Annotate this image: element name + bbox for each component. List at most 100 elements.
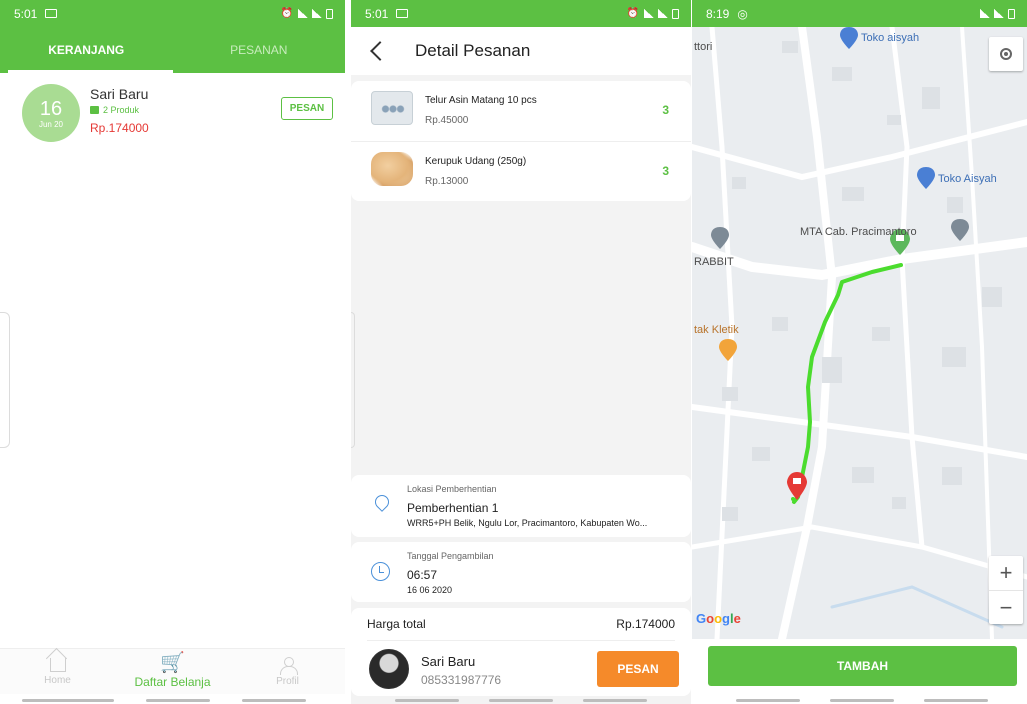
location-pin-icon	[372, 492, 392, 512]
home-indicator	[583, 699, 647, 702]
map-label: ttori	[694, 41, 713, 53]
sync-icon: ◎	[737, 6, 748, 21]
home-indicator	[830, 699, 894, 702]
signal-icon	[980, 9, 990, 18]
divider	[367, 640, 675, 641]
tab-keranjang[interactable]: KERANJANG	[0, 27, 173, 73]
map-label-place: tak Kletik	[694, 324, 739, 336]
alarm-icon: ⏰	[280, 8, 294, 19]
signal-icon-2	[312, 9, 322, 18]
home-indicator	[924, 699, 988, 702]
home-indicator	[489, 699, 553, 702]
battery-icon	[326, 8, 333, 19]
cart-list-item[interactable]: 16 Jun 20 Sari Baru 2 Produk Rp.174000 P…	[22, 84, 342, 144]
home-indicator	[736, 699, 800, 702]
item-name: Telur Asin Matang 10 pcs	[425, 95, 537, 106]
signal-icon-2	[658, 9, 668, 18]
tab-pesanan[interactable]: PESANAN	[173, 27, 346, 73]
order-item[interactable]: Telur Asin Matang 10 pcs Rp.45000 3	[351, 81, 691, 141]
item-quantity: 3	[662, 164, 669, 178]
battery-icon	[672, 8, 679, 19]
order-summary-card: Harga total Rp.174000 Sari Baru 08533198…	[351, 608, 691, 696]
shrimp-cracker-image	[371, 152, 413, 186]
stop-location-card[interactable]: Lokasi Pemberhentian Pemberhentian 1 WRR…	[351, 475, 691, 537]
bottom-action-bar: TAMBAH	[692, 639, 1027, 696]
signal-icon-2	[994, 9, 1004, 18]
store-name: Sari Baru	[90, 86, 149, 102]
my-location-button[interactable]	[989, 37, 1023, 71]
add-button[interactable]: TAMBAH	[708, 646, 1017, 686]
nav-shopping-list[interactable]: 🛒 Daftar Belanja	[115, 649, 230, 694]
nav-home-label: Home	[44, 674, 71, 686]
gallery-icon	[396, 9, 409, 18]
map-canvas	[692, 27, 1027, 639]
home-indicator	[146, 699, 210, 702]
order-item[interactable]: Kerupuk Udang (250g) Rp.13000 3	[351, 141, 691, 201]
cart-price: Rp.174000	[90, 121, 149, 135]
status-bar: 5:01 ⏰	[0, 0, 345, 27]
bag-icon	[90, 106, 99, 114]
pickup-time: 06:57	[407, 568, 438, 582]
location-address: WRR5+PH Belik, Ngulu Lor, Pracimantoro, …	[407, 518, 648, 528]
item-price: Rp.13000	[425, 176, 469, 187]
status-time: 8:19	[706, 6, 730, 21]
battery-icon	[1008, 8, 1015, 19]
map-label-store[interactable]: Toko aisyah	[861, 32, 919, 44]
home-icon	[49, 657, 66, 672]
route-map[interactable]: ttori Toko aisyah Toko Aisyah MTA Cab. P…	[692, 27, 1027, 639]
signal-icon	[644, 9, 654, 18]
bottom-nav: Home 🛒 Daftar Belanja Profil	[0, 648, 345, 694]
product-count: 2 Produk	[90, 105, 139, 115]
product-count-label: 2 Produk	[103, 105, 140, 115]
avatar	[369, 649, 409, 689]
status-time: 5:01	[14, 6, 38, 21]
nav-profile[interactable]: Profil	[230, 649, 345, 694]
place-order-button[interactable]: PESAN	[597, 651, 679, 687]
app-header: Detail Pesanan	[351, 27, 691, 75]
order-button[interactable]: PESAN	[281, 97, 333, 120]
home-indicator	[395, 699, 459, 702]
shopping-cart-icon: 🛒	[160, 652, 185, 674]
status-bar: 5:01 ⏰	[351, 0, 691, 27]
nav-home[interactable]: Home	[0, 649, 115, 694]
home-indicator	[22, 699, 114, 702]
total-value: Rp.174000	[616, 617, 675, 631]
date-month: Jun 20	[38, 119, 64, 129]
page-edge-peek	[0, 312, 10, 448]
zoom-in-button[interactable]: +	[989, 556, 1023, 590]
signal-icon	[298, 9, 308, 18]
nav-shopping-list-label: Daftar Belanja	[134, 675, 211, 689]
status-time: 5:01	[365, 6, 389, 21]
map-label-place[interactable]: MTA Cab. Pracimantoro	[800, 226, 917, 238]
pickup-date: 16 06 2020	[407, 585, 453, 595]
order-detail-screen: 5:01 ⏰ Detail Pesanan Telur Asin Matang …	[351, 0, 691, 704]
alarm-icon: ⏰	[626, 8, 640, 19]
status-icons: ⏰	[281, 8, 333, 19]
status-icons	[980, 8, 1015, 19]
location-name: Pemberhentian 1	[407, 501, 499, 515]
cart-screen: 5:01 ⏰ KERANJANG PESANAN 16 Jun 20 Sari …	[0, 0, 345, 704]
home-indicator	[242, 699, 306, 702]
item-price: Rp.45000	[425, 115, 469, 126]
total-label: Harga total	[367, 617, 426, 631]
gallery-icon	[45, 9, 58, 18]
buyer-name: Sari Baru	[421, 654, 476, 669]
buyer-phone: 085331987776	[421, 673, 502, 687]
zoom-out-button[interactable]: −	[989, 590, 1023, 624]
pickup-label: Tanggal Pengambilan	[407, 551, 494, 561]
map-screen: 8:19 ◎ ttori Toko aisyah Toko Aisyah MTA…	[692, 0, 1027, 704]
zoom-controls: + −	[989, 556, 1023, 624]
back-arrow-icon[interactable]	[370, 41, 390, 61]
status-bar: 8:19 ◎	[692, 0, 1027, 27]
pickup-date-card[interactable]: Tanggal Pengambilan 06:57 16 06 2020	[351, 542, 691, 602]
google-logo: Google	[696, 611, 741, 626]
map-label-store[interactable]: Toko Aisyah	[938, 173, 997, 185]
date-day: 16	[39, 97, 63, 120]
clock-icon	[371, 562, 390, 581]
status-icons: ⏰	[627, 8, 679, 19]
page-edge-peek	[351, 312, 355, 448]
map-label-place: RABBIT	[694, 256, 734, 268]
tab-bar: KERANJANG PESANAN	[0, 27, 345, 73]
app-root: 5:01 ⏰ KERANJANG PESANAN 16 Jun 20 Sari …	[0, 0, 1027, 704]
item-quantity: 3	[662, 103, 669, 117]
